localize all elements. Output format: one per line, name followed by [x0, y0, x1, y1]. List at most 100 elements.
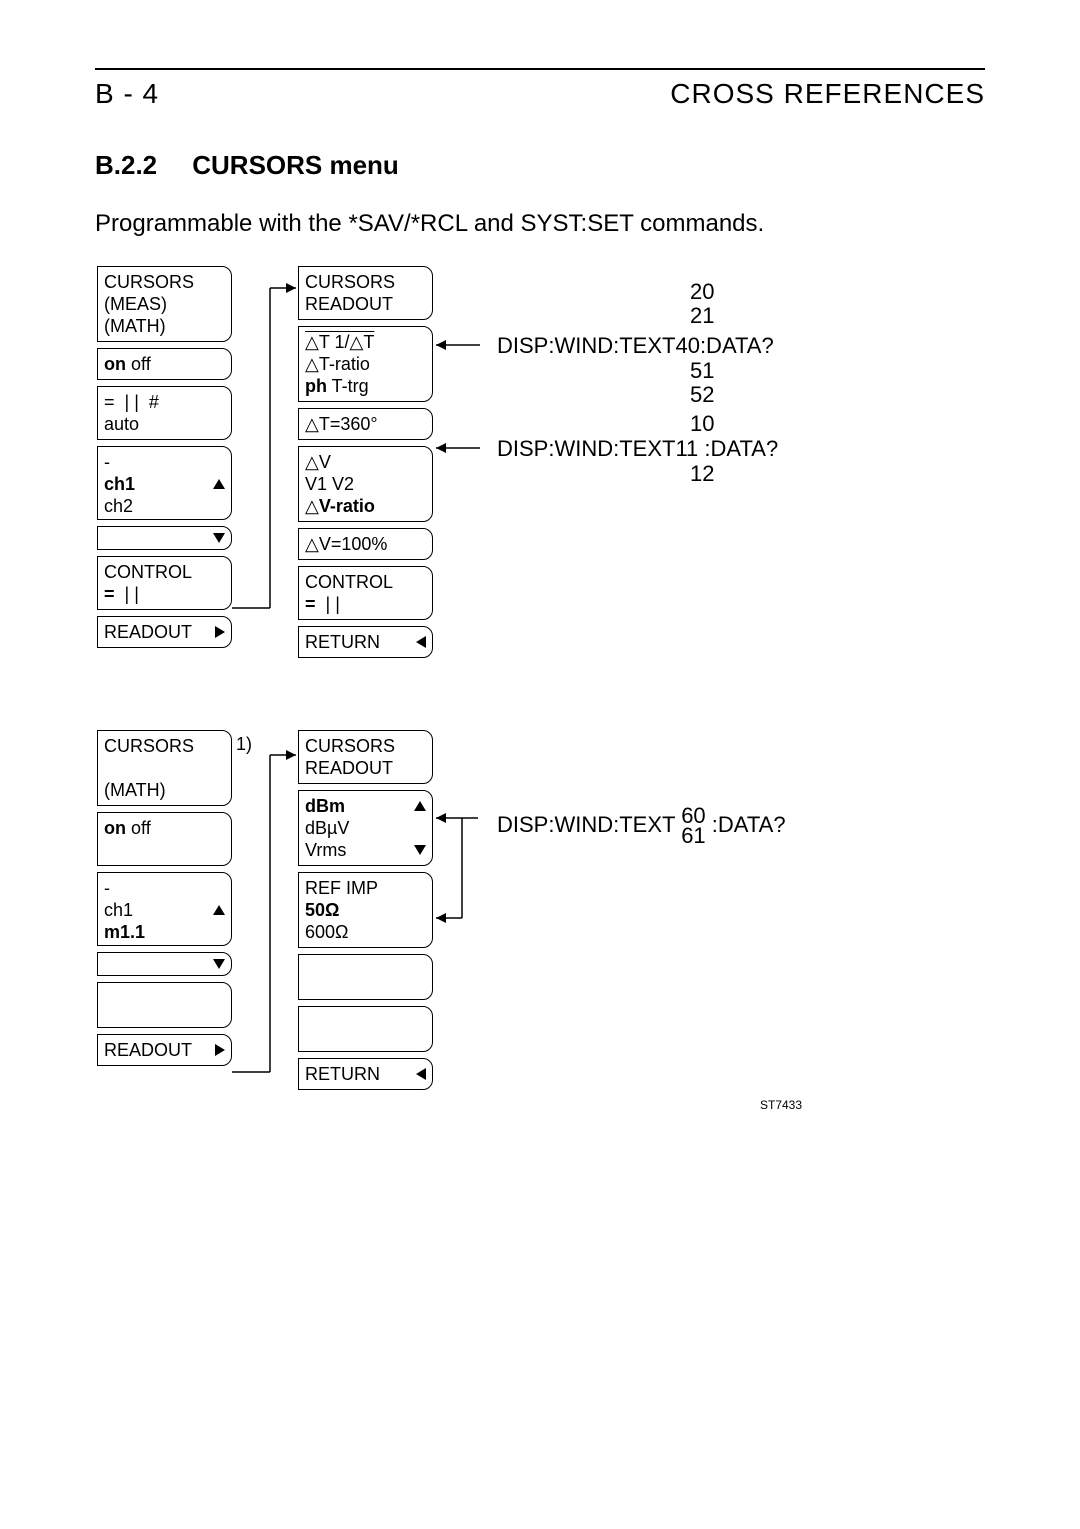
num-61: 61	[681, 826, 705, 846]
panelC-blank	[97, 982, 232, 1028]
panel-cursors-readout-1: CURSORS READOUT △T 1/△T △T-ratio ph T-tr…	[298, 266, 433, 664]
panelD-refimp-label: REF IMP	[305, 877, 426, 899]
num-51: 51	[690, 359, 714, 383]
panelA-control-label: CONTROL	[104, 561, 225, 583]
panelC-ch: - ch1 m1.1	[97, 872, 232, 946]
mode-eq: =	[104, 392, 115, 412]
annot2-line: DISP:WIND:TEXT11 :DATA?	[497, 436, 778, 462]
panelD-dBuV: dBµV	[305, 817, 426, 839]
panelB-dtratio: △T-ratio	[305, 353, 426, 375]
panelA-title: CURSORS (MEAS) (MATH)	[97, 266, 232, 342]
annot2-base: DISP:WIND:TEXT	[497, 436, 675, 461]
panelC-title-l3: (MATH)	[104, 779, 225, 801]
panelD-600: 600Ω	[305, 921, 426, 943]
annot1-base: DISP:WIND:TEXT	[497, 333, 675, 358]
panelB-ttrg: T-trg	[327, 376, 369, 396]
panelA-control-eq: =	[104, 584, 115, 604]
annot1-nums-b: 51 52	[690, 359, 714, 407]
panelD-refimp: REF IMP 50Ω 600Ω	[298, 872, 433, 948]
panelB-ph: ph	[305, 376, 327, 396]
panelD-Vrms: Vrms	[305, 839, 346, 861]
annot2-nums-a: 10	[690, 412, 714, 436]
up-icon	[213, 905, 225, 915]
mode-bars: | |	[125, 392, 139, 412]
panelC-down	[97, 952, 232, 976]
annot1-line: DISP:WIND:TEXT40:DATA?	[497, 333, 774, 359]
left-icon	[416, 636, 426, 648]
panelD-title-l2: READOUT	[305, 757, 426, 779]
panelC-onoff: on off	[97, 812, 232, 866]
down-icon	[213, 533, 225, 543]
panelA-control: CONTROL = | |	[97, 556, 232, 610]
panelA-mode: = | | # auto	[97, 386, 232, 440]
panelD-return-label: RETURN	[305, 1063, 380, 1085]
left-icon	[416, 1068, 426, 1080]
mode-auto: auto	[104, 413, 225, 435]
panelB-title-l2: READOUT	[305, 293, 426, 315]
panelB-return-label: RETURN	[305, 631, 380, 653]
panelC-m11: m1.1	[104, 921, 225, 943]
num-40: 40	[675, 333, 699, 358]
panelB-control-eq: =	[305, 594, 316, 614]
panelB-dv100: △V=100%	[298, 528, 433, 560]
panelA-readout: READOUT	[97, 616, 232, 648]
panelC-readout: READOUT	[97, 1034, 232, 1066]
annot2-nums-b: 12	[690, 462, 714, 486]
panelD-50: 50Ω	[305, 899, 426, 921]
panelC-on: on	[104, 818, 126, 838]
panelB-control-bars: | |	[326, 594, 340, 614]
annot3-line: DISP:WIND:TEXT 60 61 :DATA?	[497, 806, 786, 846]
panelA-title-l1: CURSORS	[104, 271, 225, 293]
num-12: 12	[690, 462, 714, 486]
num-20: 20	[690, 280, 714, 304]
panelD-dBm: dBm	[305, 795, 345, 817]
panelA-title-l2: (MEAS)	[104, 293, 225, 315]
annot3-base: DISP:WIND:TEXT	[497, 812, 675, 837]
panelA-ch1: ch1	[104, 473, 135, 495]
panelB-return: RETURN	[298, 626, 433, 658]
panelA-dash: -	[104, 451, 225, 473]
panelB-dv100-label: △V=100%	[305, 534, 387, 554]
num-10: 10	[690, 412, 714, 436]
annot3-tail: :DATA?	[712, 812, 786, 837]
num-21: 21	[690, 304, 714, 328]
panel-cursors-2: CURSORS (MATH) on off - ch1 m1.1 READOUT	[97, 730, 232, 1072]
panelB-dt360-label: △T=360°	[305, 414, 378, 434]
panelA-readout-label: READOUT	[104, 621, 192, 643]
onoff-off: off	[126, 354, 151, 374]
onoff-on: on	[104, 354, 126, 374]
num-11: 11	[675, 436, 698, 461]
panelC-readout-label: READOUT	[104, 1039, 192, 1061]
panelA-control-bars: | |	[125, 584, 139, 604]
panelC-title-l1: CURSORS	[104, 735, 225, 757]
panelD-blank1	[298, 954, 433, 1000]
right-icon	[215, 1044, 225, 1056]
panelD-unit-group: dBm dBµV Vrms	[298, 790, 433, 866]
panelB-dvratio-txt: V-ratio	[319, 496, 375, 516]
down-icon	[414, 845, 426, 855]
panelC-off: off	[126, 818, 151, 838]
panelC-dash: -	[104, 877, 225, 899]
panelB-control-label: CONTROL	[305, 571, 426, 593]
panelA-down	[97, 526, 232, 550]
panelD-title-l1: CURSORS	[305, 735, 426, 757]
annot1-tail: :DATA?	[700, 333, 774, 358]
panelB-dt-group: △T 1/△T △T-ratio ph T-trg	[298, 326, 433, 402]
panelA-ch2: ch2	[104, 495, 225, 517]
panelA-title-l3: (MATH)	[104, 315, 225, 337]
panelB-title-l1: CURSORS	[305, 271, 426, 293]
panelB-dvratio-sym: △	[305, 496, 319, 516]
annot2-tail: :DATA?	[704, 436, 778, 461]
panel-cursors-meas: CURSORS (MEAS) (MATH) on off = | | # aut…	[97, 266, 232, 654]
panelC-ch1: ch1	[104, 899, 133, 921]
panelB-v1v2: V1 V2	[305, 473, 426, 495]
panelB-title: CURSORS READOUT	[298, 266, 433, 320]
panelA-onoff: on off	[97, 348, 232, 380]
panelB-dv: △V	[305, 451, 426, 473]
up-icon	[414, 801, 426, 811]
panelB-dt360: △T=360°	[298, 408, 433, 440]
panel-cursors-readout-2: CURSORS READOUT dBm dBµV Vrms REF IMP 50…	[298, 730, 433, 1096]
panelC-title: CURSORS (MATH)	[97, 730, 232, 806]
up-icon	[213, 479, 225, 489]
panelD-title: CURSORS READOUT	[298, 730, 433, 784]
